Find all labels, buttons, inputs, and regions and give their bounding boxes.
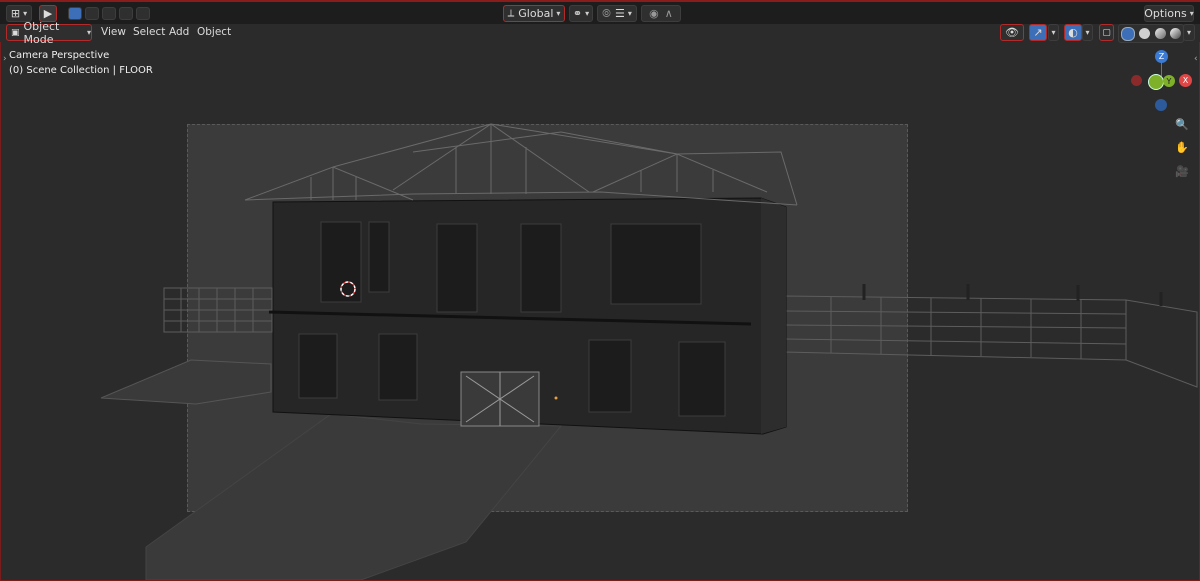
pan-hand-icon[interactable]: ✋ (1173, 138, 1191, 156)
select-new-icon[interactable] (68, 7, 82, 20)
toolbar-toggle-icon[interactable]: › (3, 54, 7, 64)
editor-type-icon: ⊞ (10, 7, 21, 20)
snap-icon: ⦾ (602, 6, 611, 20)
proportional-edit-icon: ◉ (649, 7, 659, 20)
menu-object[interactable]: Object (197, 26, 231, 38)
visibility-dropdown[interactable]: 👁 (1000, 24, 1024, 41)
gizmo-icon: ↗ (1033, 26, 1043, 39)
overlay-dropdown[interactable]: ▾ (1082, 24, 1093, 41)
menu-select[interactable]: Select (133, 26, 165, 38)
overlay-icon: ◐ (1068, 26, 1078, 39)
collection-info: (0) Scene Collection | FLOOR (9, 65, 153, 76)
shading-material-icon[interactable] (1154, 28, 1166, 39)
3d-viewport[interactable]: Camera Perspective (0) Scene Collection … (0, 42, 1200, 581)
transform-orientation-dropdown[interactable]: ⟂ Global ▾ (503, 5, 565, 22)
options-label: Options (1144, 7, 1187, 20)
overlay-toggle[interactable]: ◐ (1064, 24, 1082, 41)
house (244, 123, 798, 435)
pool-outline (100, 359, 272, 405)
fence-right (783, 284, 1198, 388)
zoom-icon[interactable]: 🔍 (1173, 115, 1191, 133)
scene-wireframe (100, 123, 1198, 580)
fence-left (163, 287, 273, 333)
chevron-down-icon: ▾ (556, 9, 561, 18)
options-dropdown[interactable]: Options ▾ (1144, 5, 1194, 22)
sidebar-toggle-icon[interactable]: ‹ (1194, 54, 1198, 64)
gizmo-neg-z[interactable] (1155, 99, 1167, 111)
chevron-down-icon: ▾ (1051, 28, 1056, 37)
chevron-down-icon: ▾ (585, 9, 590, 18)
snap-target-icon: ☰ (614, 7, 625, 20)
origin-point (554, 396, 558, 400)
select-mode-group (68, 7, 150, 20)
tool-header: ⊞ ▾ ▶ ⟂ Global ▾ ⚭ ▾ ⦾ ☰ ▾ ◉ ∧ Options ▾ (0, 0, 1200, 24)
object-mode-icon: ▣ (11, 27, 20, 38)
shading-wireframe-icon[interactable] (1121, 26, 1136, 41)
gizmo-dropdown[interactable]: ▾ (1048, 24, 1059, 41)
shading-dropdown[interactable]: ▾ (1183, 24, 1195, 41)
menu-view[interactable]: View (101, 26, 126, 38)
viewport-header: ▣ Object Mode ▾ View Select Add Object 👁… (0, 20, 1200, 46)
select-extend-icon[interactable] (85, 7, 99, 20)
mode-dropdown[interactable]: ▣ Object Mode ▾ (6, 20, 92, 46)
orientation-icon: ⟂ (507, 8, 515, 19)
gizmo-toggle[interactable]: ↗ (1029, 24, 1047, 41)
shading-mode-group (1118, 24, 1184, 43)
gizmo-neg-y[interactable] (1148, 74, 1164, 90)
chevron-down-icon: ▾ (23, 9, 28, 18)
gizmo-z-line (1161, 62, 1162, 76)
shading-solid-icon[interactable] (1139, 28, 1151, 39)
select-tool-icon: ▶ (43, 7, 53, 20)
snap-dropdown[interactable]: ⦾ ☰ ▾ (597, 5, 637, 22)
transform-pivot-icon: ⚭ (572, 7, 583, 20)
chevron-down-icon: ▾ (1085, 28, 1090, 37)
menu-add[interactable]: Add (169, 26, 189, 38)
proportional-edit-dropdown[interactable]: ◉ ∧ (641, 5, 681, 22)
shading-rendered-icon[interactable] (1169, 28, 1181, 39)
walkway (145, 413, 563, 580)
gizmo-y-axis[interactable]: Y (1163, 75, 1175, 87)
pivot-point-dropdown[interactable]: ⚭ ▾ (569, 5, 593, 22)
select-subtract-icon[interactable] (102, 7, 116, 20)
visibility-icon: 👁 (1005, 26, 1019, 39)
chevron-down-icon: ▾ (627, 9, 632, 18)
chevron-down-icon: ▾ (1189, 9, 1194, 18)
xray-toggle[interactable]: ▢ (1099, 24, 1114, 41)
select-invert-icon[interactable] (119, 7, 133, 20)
select-intersect-icon[interactable] (136, 7, 150, 20)
gizmo-x-axis[interactable]: X (1179, 74, 1192, 87)
orientation-label: Global (518, 7, 554, 20)
falloff-icon: ∧ (664, 7, 673, 20)
camera-icon[interactable]: 🎥 (1173, 162, 1191, 180)
xray-icon: ▢ (1102, 27, 1111, 38)
gizmo-neg-x[interactable] (1131, 75, 1142, 86)
view-name: Camera Perspective (9, 50, 110, 61)
chevron-down-icon: ▾ (1186, 28, 1191, 37)
chevron-down-icon: ▾ (86, 28, 91, 37)
